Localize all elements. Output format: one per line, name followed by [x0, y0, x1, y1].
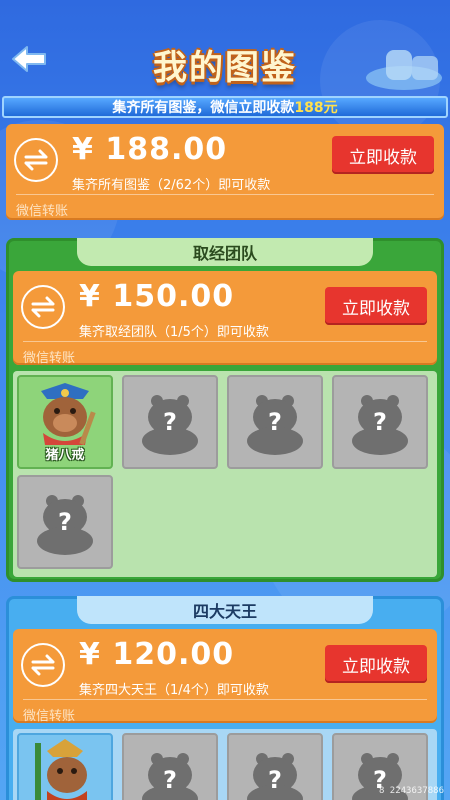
transfer-icon [14, 138, 58, 182]
character-card-zhubajie[interactable]: 猪八戒 [17, 375, 113, 469]
reward-desc: 集齐所有图鉴（2/62个）即可收款 [72, 178, 271, 193]
collect-button[interactable]: 立即收款 [325, 287, 427, 325]
team-desc: 集齐四大天王（1/4个）即可收款 [79, 683, 269, 698]
question-mark: ? [163, 408, 177, 436]
wechat-transfer-label: 微信转账 [23, 709, 76, 724]
locked-card[interactable]: ? [122, 733, 218, 800]
team-price: ¥ 120.00 [79, 637, 235, 672]
question-mark: ? [268, 766, 282, 794]
divider [16, 194, 434, 195]
team-reward-card: ¥ 120.00 集齐四大天王（1/4个）即可收款 微信转账 立即收款 [13, 629, 437, 724]
locked-card[interactable]: ? [332, 375, 428, 469]
banner-amount: 188元 [294, 100, 338, 116]
card-grid: 猪八戒 ? ? ? ? [13, 371, 437, 577]
team-desc: 集齐取经团队（1/5个）即可收款 [79, 325, 269, 340]
card-grid: ? ? ? [13, 729, 437, 800]
watermark: 8 2243637886 [378, 786, 444, 796]
team-panel-sidatianwang: 四大天王 ¥ 120.00 集齐四大天王（1/4个）即可收款 微信转账 立即收款 [6, 596, 444, 800]
question-mark: ? [373, 408, 387, 436]
team-reward-card: ¥ 150.00 集齐取经团队（1/5个）即可收款 微信转账 立即收款 [13, 271, 437, 366]
capybara-king-icon [35, 739, 87, 800]
transfer-icon [21, 285, 65, 329]
wechat-transfer-label: 微信转账 [23, 351, 76, 366]
transfer-icon [21, 643, 65, 687]
capybara-character-icon [41, 383, 96, 446]
collect-button[interactable]: 立即收款 [332, 136, 434, 174]
question-mark: ? [268, 408, 282, 436]
locked-card[interactable]: ? [17, 475, 113, 569]
team-price: ¥ 150.00 [79, 279, 235, 314]
header: 我的图鉴 [0, 0, 450, 94]
divider [23, 341, 427, 342]
character-card-heavenly-king[interactable] [17, 733, 113, 800]
team-title: 四大天王 [77, 596, 373, 624]
question-mark: ? [58, 508, 72, 536]
character-name: 猪八戒 [45, 448, 85, 463]
banner-text: 集齐所有图鉴，微信立即收款 [112, 100, 295, 116]
divider [23, 699, 427, 700]
question-mark: ? [163, 766, 177, 794]
locked-card[interactable]: ? [227, 375, 323, 469]
collect-all-banner: 集齐所有图鉴，微信立即收款 188元 [2, 96, 448, 118]
wechat-transfer-label: 微信转账 [16, 204, 69, 219]
jar-decoration-icon [366, 50, 442, 90]
collect-button[interactable]: 立即收款 [325, 645, 427, 683]
total-reward-card: ¥ 188.00 集齐所有图鉴（2/62个）即可收款 微信转账 立即收款 [6, 124, 444, 220]
team-panel-qujing: 取经团队 ¥ 150.00 集齐取经团队（1/5个）即可收款 微信转账 立即收款 [6, 238, 444, 582]
locked-card[interactable]: ? [122, 375, 218, 469]
reward-price: ¥ 188.00 [72, 132, 228, 167]
team-title: 取经团队 [77, 238, 373, 266]
locked-card[interactable]: ? [227, 733, 323, 800]
